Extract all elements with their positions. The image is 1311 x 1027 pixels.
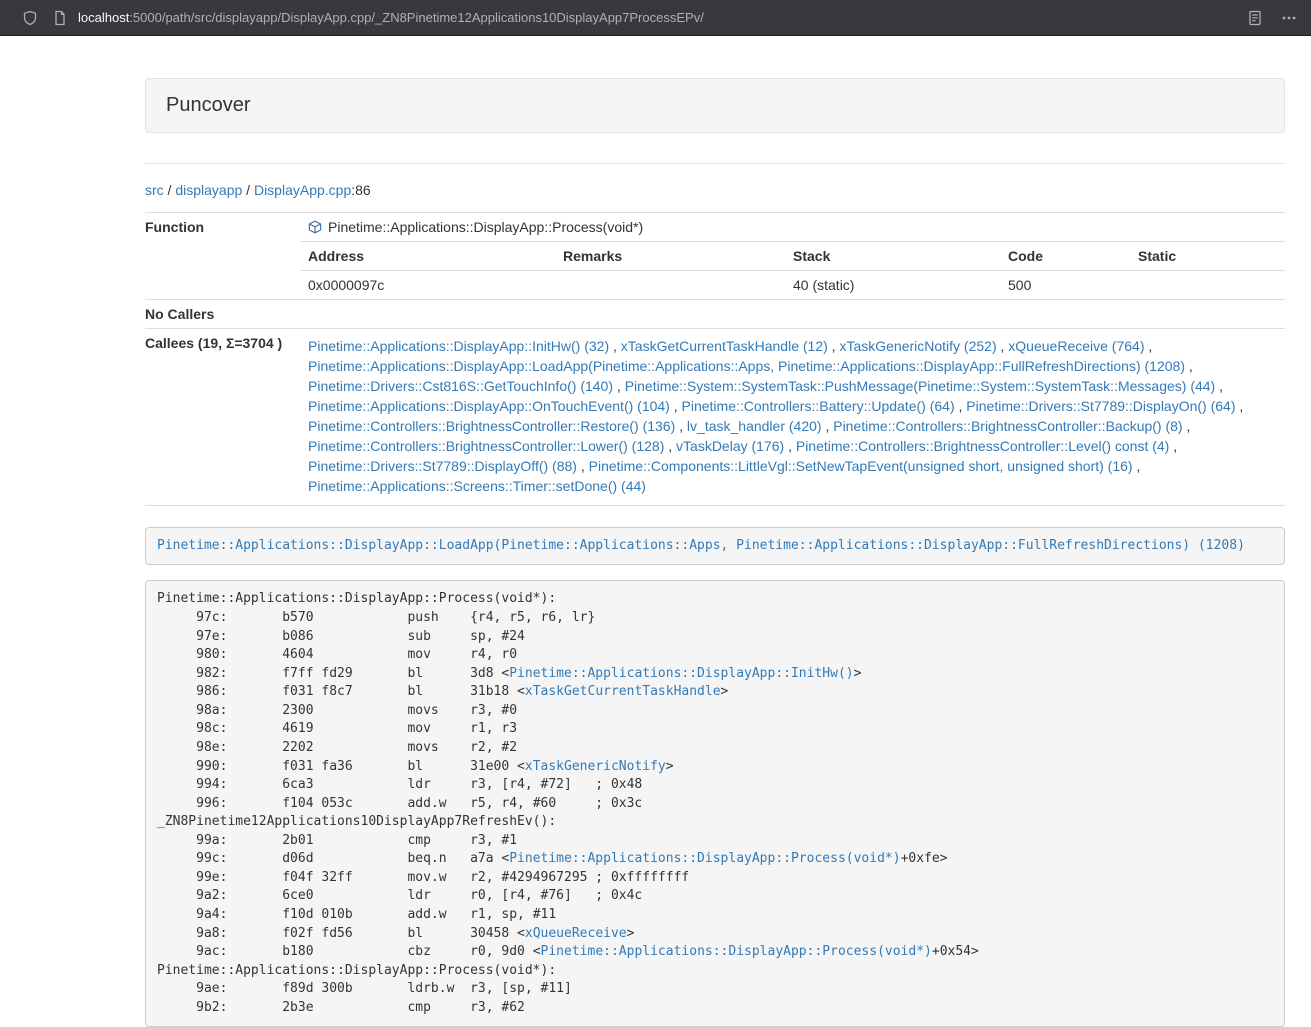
callee-link[interactable]: Pinetime::Controllers::BrightnessControl… [308,418,675,434]
callee-separator: , [1133,458,1141,474]
no-callers-row: No Callers [145,300,1285,329]
breadcrumb-link-displayapp[interactable]: displayapp [175,182,242,198]
static-value [1130,271,1285,300]
disassembly-code: Pinetime::Applications::DisplayApp::Proc… [145,580,1285,1027]
function-symbol-icon [308,220,322,234]
column-header-address: Address [300,242,555,271]
callee-link[interactable]: Pinetime::Controllers::BrightnessControl… [833,418,1182,434]
callee-link[interactable]: Pinetime::Controllers::BrightnessControl… [796,438,1169,454]
page-actions-menu-icon[interactable] [1281,10,1297,26]
callee-separator: , [609,338,621,354]
empty-label-cell [145,241,300,300]
function-name: Pinetime::Applications::DisplayApp::Proc… [328,219,643,235]
function-row-label: Function [145,213,300,242]
breadcrumb-separator: / [164,182,176,198]
callee-separator: , [1215,378,1223,394]
function-name-cell: Pinetime::Applications::DisplayApp::Proc… [300,213,1285,242]
callee-separator: , [613,378,625,394]
page-info-icon[interactable] [52,10,68,26]
code-size-value: 500 [1000,271,1130,300]
callee-link[interactable]: Pinetime::Applications::DisplayApp::OnTo… [308,398,670,414]
callee-separator: , [997,338,1009,354]
callee-separator: , [1144,338,1152,354]
callee-link[interactable]: Pinetime::System::SystemTask::PushMessag… [625,378,1216,394]
function-metrics-row: Address Remarks Stack Code Static 0x0000… [145,241,1285,300]
breadcrumb-line-number: :86 [351,182,370,198]
breadcrumb-link-file[interactable]: DisplayApp.cpp [254,182,351,198]
page-container: Puncover src / displayapp / DisplayApp.c… [145,78,1285,1027]
callee-link[interactable]: Pinetime::Drivers::Cst816S::GetTouchInfo… [308,378,613,394]
column-header-remarks: Remarks [555,242,785,271]
callee-separator: , [1236,398,1244,414]
no-callers-cell [300,300,1285,329]
breadcrumb-link-src[interactable]: src [145,182,164,198]
callee-link[interactable]: Pinetime::Applications::DisplayApp::Init… [308,338,609,354]
callee-separator: , [664,438,676,454]
callee-link[interactable]: Pinetime::Components::LittleVgl::SetNewT… [589,458,1133,474]
callee-separator: , [784,438,796,454]
callee-link[interactable]: vTaskDelay (176) [676,438,784,454]
callee-separator: , [1183,418,1191,434]
callees-row: Callees (19, Σ=3704 ) Pinetime::Applicat… [145,329,1285,506]
address-value: 0x0000097c [300,271,555,300]
callee-link[interactable]: xQueueReceive (764) [1008,338,1144,354]
column-header-static: Static [1130,242,1285,271]
function-details-table: Function Pinetime::Applications::Display… [145,212,1285,506]
callee-link[interactable]: Pinetime::Controllers::BrightnessControl… [308,438,664,454]
callee-link[interactable]: xTaskGetCurrentTaskHandle (12) [621,338,828,354]
metrics-header-row: Address Remarks Stack Code Static [300,242,1285,271]
no-callers-label: No Callers [145,300,300,329]
column-header-code: Code [1000,242,1130,271]
callee-separator: , [955,398,967,414]
code-symbol-link[interactable]: xTaskGetCurrentTaskHandle [525,684,721,699]
shield-permissions-icon[interactable] [22,10,38,26]
callee-link[interactable]: lv_task_handler (420) [687,418,822,434]
code-symbol-link[interactable]: xQueueReceive [525,926,627,941]
callees-label: Callees (19, Σ=3704 ) [145,329,300,506]
metrics-value-row: 0x0000097c 40 (static) 500 [300,271,1285,300]
page-title: Puncover [166,94,1264,117]
callee-link[interactable]: Pinetime::Applications::Screens::Timer::… [308,478,646,494]
breadcrumb-separator: / [242,182,254,198]
metrics-cell: Address Remarks Stack Code Static 0x0000… [300,241,1285,300]
column-header-stack: Stack [785,242,1000,271]
callee-link[interactable]: Pinetime::Controllers::Battery::Update()… [682,398,955,414]
code-symbol-link[interactable]: xTaskGenericNotify [525,759,666,774]
url-bar[interactable]: localhost:5000/path/src/displayapp/Displ… [78,10,1235,25]
reader-mode-icon[interactable] [1247,10,1263,26]
highlighted-symbol-box: Pinetime::Applications::DisplayApp::Load… [145,527,1285,566]
browser-toolbar: localhost:5000/path/src/displayapp/Displ… [0,0,1311,36]
callee-link[interactable]: Pinetime::Drivers::St7789::DisplayOff() … [308,458,577,474]
app-header-panel: Puncover [145,78,1285,133]
callee-separator: , [828,338,840,354]
callee-separator: , [577,458,589,474]
remarks-value [555,271,785,300]
url-path: :5000/path/src/displayapp/DisplayApp.cpp… [129,10,704,25]
callee-separator: , [1169,438,1177,454]
function-row: Function Pinetime::Applications::Display… [145,213,1285,242]
metrics-table: Address Remarks Stack Code Static 0x0000… [300,241,1285,299]
highlighted-symbol-link[interactable]: Pinetime::Applications::DisplayApp::Load… [157,538,1245,553]
callee-separator: , [670,398,682,414]
callee-link[interactable]: Pinetime::Applications::DisplayApp::Load… [308,358,1185,374]
url-host: localhost [78,10,129,25]
callees-list: Pinetime::Applications::DisplayApp::Init… [308,335,1277,499]
code-symbol-link[interactable]: Pinetime::Applications::DisplayApp::Proc… [509,851,900,866]
stack-value: 40 (static) [785,271,1000,300]
callees-cell: Pinetime::Applications::DisplayApp::Init… [300,329,1285,506]
callee-separator: , [822,418,834,434]
code-symbol-link[interactable]: Pinetime::Applications::DisplayApp::Init… [509,666,853,681]
callee-link[interactable]: xTaskGenericNotify (252) [839,338,996,354]
callee-separator: , [675,418,687,434]
callee-separator: , [1185,358,1193,374]
breadcrumb: src / displayapp / DisplayApp.cpp:86 [145,180,1285,200]
callee-link[interactable]: Pinetime::Drivers::St7789::DisplayOn() (… [966,398,1235,414]
code-symbol-link[interactable]: Pinetime::Applications::DisplayApp::Proc… [541,944,932,959]
divider [145,163,1285,164]
